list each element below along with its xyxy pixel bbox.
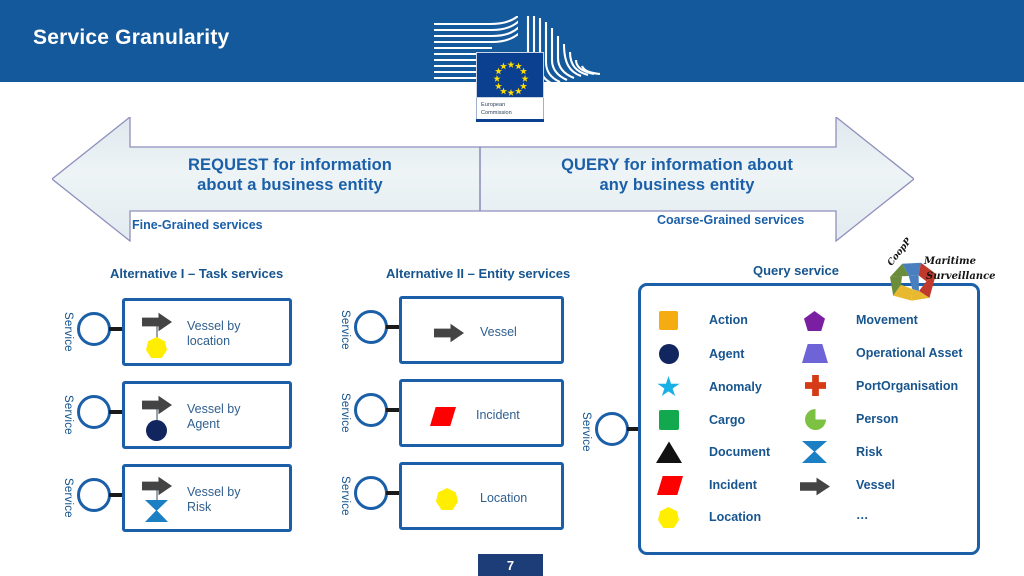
incident-parallelogram-icon: [430, 407, 456, 426]
service-port-circle[interactable]: [595, 412, 629, 446]
task-service-text: Vessel by location: [187, 319, 241, 349]
incident-parallelogram-icon: [657, 476, 683, 495]
service-port-circle[interactable]: [354, 476, 388, 510]
legend-label: Operational Asset: [856, 346, 963, 360]
entity-service-box[interactable]: Incident: [399, 379, 564, 447]
service-label: Service: [580, 412, 592, 452]
location-heptagon-icon: [658, 507, 679, 528]
person-pacman-icon: [805, 409, 826, 430]
task-service-text-line1: Vessel by: [187, 319, 241, 333]
page-number: 7: [478, 554, 543, 576]
legend-label: Agent: [709, 347, 745, 361]
column-title-query-service: Query service: [753, 263, 840, 278]
legend-label: PortOrganisation: [856, 379, 959, 393]
legend-label: Risk: [856, 445, 883, 459]
task-service-row-vessel-by-location[interactable]: Service Vessel by location: [60, 298, 300, 366]
legend-label: Location: [709, 510, 762, 524]
entity-service-text: Incident: [476, 408, 520, 422]
vessel-arrow-icon: [800, 477, 830, 496]
service-port-circle[interactable]: [77, 312, 111, 346]
service-label: Service: [62, 312, 74, 352]
ec-caption-line1: European: [481, 102, 506, 108]
location-heptagon-icon: [436, 488, 458, 510]
request-label: REQUEST for information about a business…: [140, 155, 440, 195]
port-organisation-cross-icon: [805, 375, 826, 396]
task-service-text-line1: Vessel by: [187, 485, 241, 499]
maritime-logo-text-line2: Surveillance: [926, 271, 996, 282]
cargo-square-icon: [659, 410, 679, 430]
coarse-grained-label: Coarse-Grained services: [657, 213, 805, 227]
query-service-legend-panel: Action Agent Anomaly Cargo Document Inci…: [638, 283, 980, 555]
entity-service-row-incident[interactable]: Service Incident: [337, 379, 577, 447]
service-port-circle[interactable]: [77, 478, 111, 512]
risk-hourglass-icon: [145, 500, 168, 522]
entity-service-text: Location: [480, 491, 528, 505]
service-label: Service: [339, 310, 351, 350]
legend-label: Vessel: [856, 478, 895, 492]
entity-service-box[interactable]: Location: [399, 462, 564, 530]
eu-flag: [476, 52, 544, 98]
agent-circle-icon: [659, 344, 679, 364]
vessel-arrow-icon: [434, 323, 464, 343]
legend-label: Document: [709, 445, 771, 459]
document-triangle-icon: [656, 441, 682, 463]
risk-hourglass-icon: [802, 441, 827, 463]
page-title: Service Granularity: [33, 26, 230, 49]
task-service-text-line2: Risk: [187, 500, 212, 514]
column-title-alternative-1: Alternative I – Task services: [110, 266, 284, 281]
task-service-row-vessel-by-agent[interactable]: Service Vessel by Agent: [60, 381, 300, 449]
query-label-line1: QUERY for information about: [561, 156, 793, 174]
task-service-text-line1: Vessel by: [187, 402, 241, 416]
legend-label: Person: [856, 412, 899, 426]
anomaly-star-icon: [657, 376, 680, 397]
task-service-box[interactable]: Vessel by Agent: [122, 381, 292, 449]
slide-root: Service Granularity European Commission …: [0, 0, 1024, 576]
legend-label: Cargo: [709, 413, 746, 427]
eu-stars-icon: [493, 61, 529, 96]
double-arrow-banner: REQUEST for information about a business…: [52, 117, 914, 242]
task-service-box[interactable]: Vessel by Risk: [122, 464, 292, 532]
operational-asset-trapezoid-icon: [802, 344, 828, 363]
service-label: Service: [62, 478, 74, 518]
service-port-circle[interactable]: [354, 310, 388, 344]
service-label: Service: [339, 393, 351, 433]
request-label-line1: REQUEST for information: [188, 156, 392, 174]
movement-pentagon-icon: [804, 311, 825, 331]
task-service-text: Vessel by Risk: [187, 485, 241, 515]
legend-label: Movement: [856, 313, 918, 327]
request-label-line2: about a business entity: [197, 176, 383, 194]
legend-label: …: [856, 508, 869, 522]
entity-service-row-vessel[interactable]: Service Vessel: [337, 296, 577, 364]
task-service-text-line2: Agent: [187, 417, 220, 431]
task-service-text-line2: location: [187, 334, 231, 348]
entity-service-box[interactable]: Vessel: [399, 296, 564, 364]
task-service-row-vessel-by-risk[interactable]: Service Vessel by Risk: [60, 464, 300, 532]
column-title-alternative-2: Alternative II – Entity services: [386, 266, 571, 281]
legend-label: Anomaly: [709, 380, 762, 394]
entity-service-text: Vessel: [480, 325, 517, 339]
service-port-circle[interactable]: [77, 395, 111, 429]
service-label: Service: [339, 476, 351, 516]
fine-grained-label: Fine-Grained services: [132, 218, 263, 232]
action-square-icon: [659, 311, 678, 330]
task-service-text: Vessel by Agent: [187, 402, 241, 432]
query-label-line2: any business entity: [599, 176, 755, 194]
european-commission-logo: European Commission: [432, 16, 612, 122]
service-label: Service: [62, 395, 74, 435]
service-port-circle[interactable]: [354, 393, 388, 427]
location-heptagon-icon: [146, 337, 167, 358]
legend-label: Action: [709, 313, 748, 327]
agent-circle-icon: [146, 420, 167, 441]
ec-caption-line2: Commission: [481, 110, 512, 116]
entity-service-row-location[interactable]: Service Location: [337, 462, 577, 530]
maritime-logo-text-line1: Maritime: [924, 256, 976, 267]
query-label: QUERY for information about any business…: [507, 155, 847, 195]
task-service-box[interactable]: Vessel by location: [122, 298, 292, 366]
legend-label: Incident: [709, 478, 757, 492]
